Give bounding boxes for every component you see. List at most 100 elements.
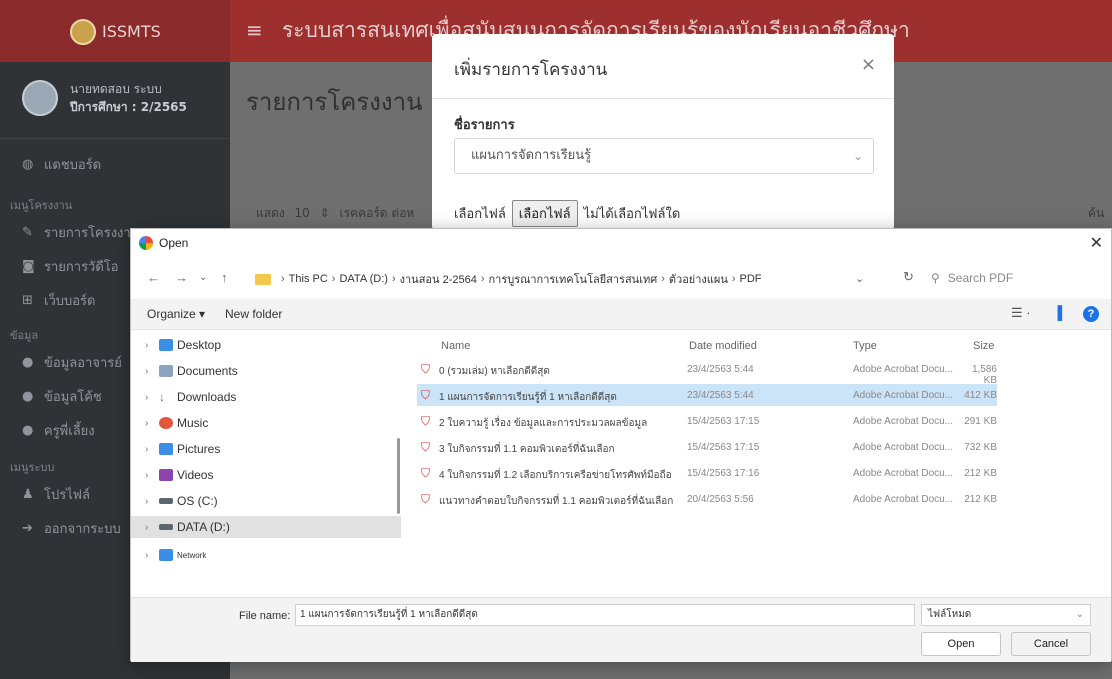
column-header-name[interactable]: Name (441, 340, 470, 352)
breadcrumb-item[interactable]: DATA (D:) (339, 273, 387, 285)
refresh-icon[interactable]: ↻ (903, 269, 914, 285)
file-type: Adobe Acrobat Docu... (853, 494, 954, 505)
search-label: ค้น (1088, 206, 1105, 220)
search-input[interactable]: ⚲ Search PDF (923, 265, 1103, 291)
help-icon[interactable]: ? (1083, 306, 1099, 322)
navigation-pane: › Desktop › Documents › ↓ Downloads › Music ›… (131, 329, 403, 597)
file-type: Adobe Acrobat Docu... (853, 390, 954, 401)
chevron-down-icon: ⌄ (852, 149, 863, 163)
camera-icon: ◙ (22, 259, 35, 274)
edit-icon: ✎ (22, 225, 33, 240)
sidebar-item-dashboard[interactable]: ◍ แดชบอร์ด (22, 154, 101, 175)
file-row[interactable]: ⛉ 0 (รวมเล่ม) หาเลือกดีดีสุด 23/4/2563 5… (417, 358, 997, 386)
file-name: 2 ใบความรู้ เรื่อง ข้อมูลและการประมวลผลข… (439, 418, 648, 429)
logo-icon (70, 19, 96, 45)
file-size: 412 KB (964, 390, 997, 401)
sign-out-icon: ➔ (22, 521, 33, 536)
select-value: แผนการจัดการเรียนรู้ (471, 148, 592, 163)
sidebar-item-teachers[interactable]: ● ข้อมูลอาจารย์ (22, 352, 122, 373)
breadcrumb-item[interactable]: PDF (740, 273, 762, 285)
new-folder-button[interactable]: New folder (225, 307, 282, 321)
file-size: 291 KB (964, 416, 997, 427)
nav-item-documents[interactable]: › Documents (145, 360, 238, 382)
file-row[interactable]: ⛉ 4 ใบกิจกรรมที่ 1.2 เลือกบริการเครือข่า… (417, 462, 997, 484)
sidebar-item-coaches[interactable]: ● ข้อมูลโค้ช (22, 386, 102, 407)
breadcrumb-item[interactable]: งานสอน 2-2564 (400, 270, 477, 288)
sidebar-item-label: โปรไฟล์ (44, 488, 90, 503)
sidebar-item-profile[interactable]: ♟ โปรไฟล์ (22, 484, 90, 505)
nav-item-os-c[interactable]: › OS (C:) (145, 490, 218, 512)
file-row[interactable]: ⛉ 1 แผนการจัดการเรียนรู้ที่ 1 หาเลือกดีด… (417, 384, 997, 406)
column-header-type[interactable]: Type (853, 340, 877, 352)
nav-item-label: Network (177, 550, 207, 560)
file-row[interactable]: ⛉ แนวทางคำตอบใบกิจกรรมที่ 1.1 คอมพิวเตอร… (417, 488, 997, 510)
dialog-titlebar: Open ✕ (131, 229, 1111, 257)
nav-item-music[interactable]: › Music (145, 412, 208, 434)
nav-item-pictures[interactable]: › Pictures (145, 438, 220, 460)
user-name: นายทดสอบ ระบบ (70, 82, 162, 96)
nav-item-downloads[interactable]: › ↓ Downloads (145, 386, 236, 408)
nav-item-label: Pictures (177, 442, 221, 456)
cancel-button[interactable]: Cancel (1011, 632, 1091, 656)
scrollbar[interactable] (397, 438, 400, 514)
open-button[interactable]: Open (921, 632, 1001, 656)
column-header-date[interactable]: Date modified (689, 340, 757, 352)
choose-file-button[interactable]: เลือกไฟล์ (511, 200, 578, 227)
file-date: 23/4/2563 5:44 (687, 364, 754, 375)
breadcrumb-item[interactable]: This PC (289, 273, 328, 285)
file-date: 23/4/2563 5:44 (687, 390, 754, 401)
sidebar-item-projects[interactable]: ✎ รายการโครงงาน (22, 222, 140, 243)
user-panel: นายทดสอบ ระบบ ปีการศึกษา : 2/2565 (22, 80, 187, 116)
section-heading: ข้อมูล (10, 329, 39, 342)
nav-item-label: Documents (177, 364, 238, 378)
up-icon[interactable]: ↑ (221, 270, 228, 285)
section-heading: เมนูระบบ (10, 461, 55, 474)
sidebar-item-logout[interactable]: ➔ ออกจากระบบ (22, 518, 121, 539)
file-name: 3 ใบกิจกรรมที่ 1.1 คอมพิวเตอร์ที่ฉันเลือ… (439, 444, 615, 455)
file-name: 0 (รวมเล่ม) หาเลือกดีดีสุด (439, 366, 550, 377)
pdf-icon: ⛉ (421, 388, 431, 402)
sidebar-item-label: ข้อมูลอาจารย์ (44, 356, 122, 371)
file-input-row: เลือกไฟล์ เลือกไฟล์ ไม่ได้เลือกไฟล์ใด (454, 200, 680, 227)
file-type: Adobe Acrobat Docu... (853, 364, 954, 375)
chevron-down-icon[interactable]: ⌄ (855, 272, 864, 285)
sidebar-item-mentors[interactable]: ● ครูพี่เลี้ยง (22, 420, 95, 441)
file-date: 15/4/2563 17:15 (687, 416, 760, 427)
hamburger-icon[interactable]: ≡ (246, 18, 263, 42)
column-header-size[interactable]: Size (973, 340, 994, 352)
sort-icon: ⇕ (319, 206, 330, 220)
close-icon[interactable]: × (861, 54, 876, 75)
forward-icon[interactable]: → (175, 270, 188, 285)
file-type-select[interactable]: ไฟล์โหมด ⌄ (921, 604, 1091, 626)
file-size: 212 KB (964, 494, 997, 505)
breadcrumb-item[interactable]: ตัวอย่างแผน (669, 270, 728, 288)
nav-item-videos[interactable]: › Videos (145, 464, 213, 486)
item-name-select[interactable]: แผนการจัดการเรียนรู้ ⌄ (454, 138, 874, 174)
sidebar-item-label: รายการวัดีโอ (44, 260, 119, 275)
divider (0, 138, 230, 139)
pdf-icon: ⛉ (421, 466, 431, 480)
view-options-icon[interactable]: ☰ · (1011, 305, 1031, 321)
file-type: Adobe Acrobat Docu... (853, 442, 954, 453)
nav-item-data-d[interactable]: › DATA (D:) (131, 516, 401, 538)
file-row[interactable]: ⛉ 3 ใบกิจกรรมที่ 1.1 คอมพิวเตอร์ที่ฉันเล… (417, 436, 997, 458)
preview-pane-icon[interactable]: ▐ (1053, 305, 1062, 320)
breadcrumb-item[interactable]: การบูรณาการเทคโนโลยีสารสนเทศ (489, 270, 658, 288)
sidebar-item-videos[interactable]: ◙ รายการวัดีโอ (22, 256, 119, 277)
nav-item-network[interactable]: › Network (145, 546, 206, 564)
close-icon[interactable]: ✕ (1090, 233, 1103, 253)
recent-dropdown-icon[interactable]: ⌄ (199, 272, 207, 283)
section-heading: เมนูโครงงาน (10, 199, 73, 212)
chevron-down-icon: ⌄ (1075, 609, 1084, 620)
organize-button[interactable]: Organize ▾ (147, 307, 205, 321)
sidebar-item-webboard[interactable]: ⊞ เว็บบอร์ด (22, 290, 95, 311)
records-label: เรคคอร์ด ต่อห (339, 206, 415, 220)
back-icon[interactable]: ← (147, 270, 160, 285)
file-row[interactable]: ⛉ 2 ใบความรู้ เรื่อง ข้อมูลและการประมวลผ… (417, 410, 997, 432)
brand[interactable]: ISSMTS (0, 0, 230, 62)
address-bar[interactable]: › This PC › DATA (D:) › งานสอน 2-2564 › การบ… (255, 267, 865, 291)
nav-item-desktop[interactable]: › Desktop (145, 334, 221, 356)
chrome-icon (139, 236, 153, 250)
page-length-select[interactable]: 10 (295, 206, 310, 220)
file-name-input[interactable]: 1 แผนการจัดการเรียนรู้ที่ 1 หาเลือกดีดีส… (295, 604, 915, 626)
